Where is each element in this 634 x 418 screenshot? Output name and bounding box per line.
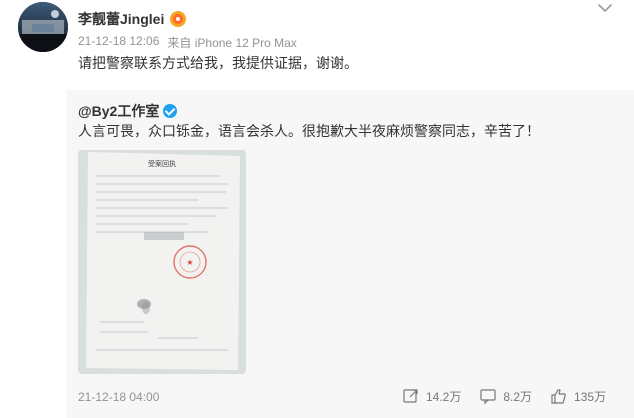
police-receipt-image: 受案回执 ★ [78,150,246,374]
document-title: 受案回执 [148,159,176,168]
like-button[interactable]: 135万 [550,387,606,405]
repost-author-name[interactable]: @By2工作室 [78,101,159,121]
post-time[interactable]: 21-12-18 12:06 [78,34,159,51]
post-text: 请把警察联系方式给我，我提供证据，谢谢。 [78,55,358,71]
avatar[interactable] [18,2,68,52]
verified-icon [163,104,178,118]
comment-count: 8.2万 [503,389,533,404]
like-count: 135万 [574,389,607,404]
author-row: 李靓蕾Jinglei [78,8,187,30]
share-count: 14.2万 [426,389,462,404]
chevron-down-icon[interactable] [596,0,614,16]
post-source: 来自 iPhone 12 Pro Max [167,36,297,50]
post-meta: 21-12-18 12:06 来自 iPhone 12 Pro Max [78,34,297,51]
repost-card[interactable]: @By2工作室 人言可畏，众口铄金，语言会杀人。很抱歉大半夜麻烦警察同志，辛苦了… [66,90,634,418]
repost-text: 人言可畏，众口铄金，语言会杀人。很抱歉大半夜麻烦警察同志，辛苦了！ [78,123,540,139]
comment-button[interactable]: 8.2万 [479,387,532,405]
comment-icon [480,389,496,405]
vip-badge-icon [170,11,187,27]
repost-author-row: @By2工作室 [78,101,178,121]
repost-date[interactable]: 21-12-18 04:00 [78,390,159,404]
repost-image[interactable]: 受案回执 ★ [78,150,246,374]
action-bar: 14.2万 8.2万 135万 [402,384,626,408]
svg-text:★: ★ [186,258,193,267]
author-name[interactable]: 李靓蕾Jinglei [78,9,164,29]
share-button[interactable]: 14.2万 [402,387,461,405]
avatar-image [18,2,68,52]
share-icon [403,389,418,403]
like-icon [551,389,566,404]
